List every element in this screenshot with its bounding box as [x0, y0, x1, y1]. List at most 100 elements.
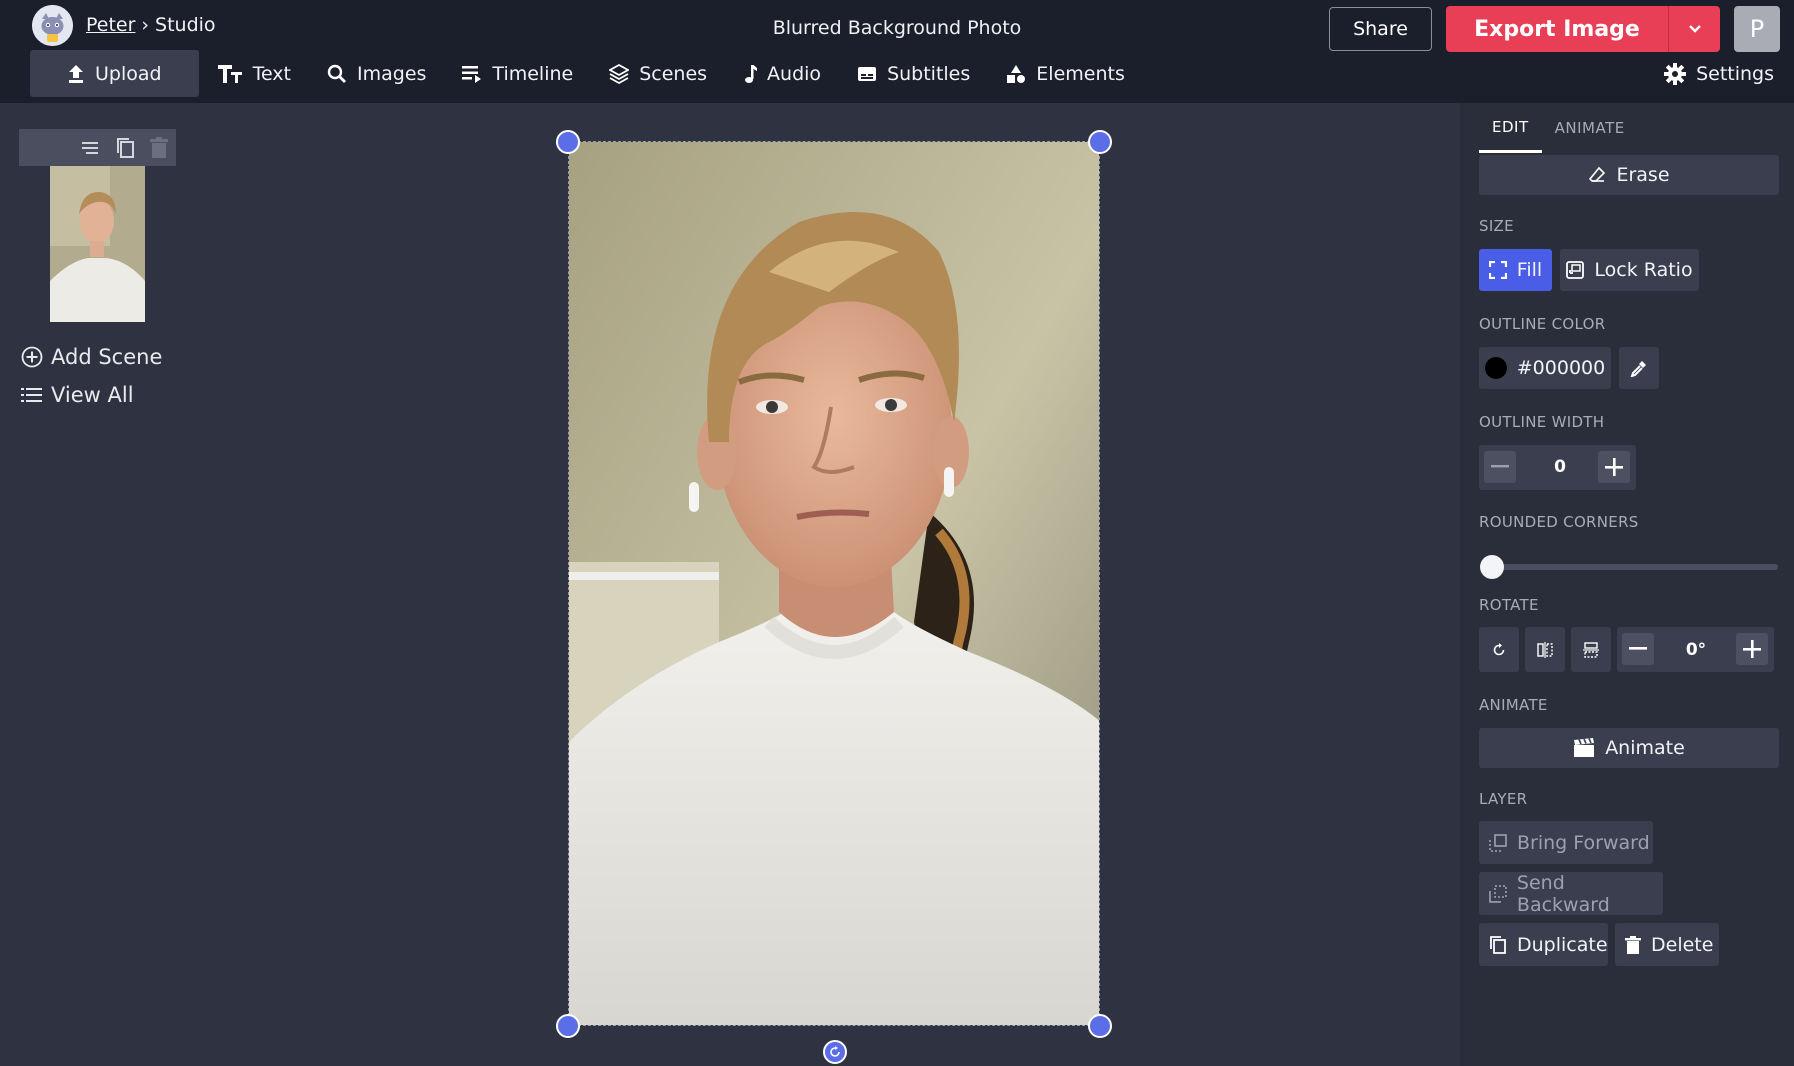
- animate-section-label: ANIMATE: [1479, 696, 1548, 714]
- toolbar-scenes-label: Scenes: [639, 62, 708, 85]
- breadcrumb-separator: ›: [141, 14, 150, 36]
- breadcrumb: Peter › Studio: [86, 14, 216, 36]
- gear-icon: [1664, 62, 1687, 85]
- toolbar-images[interactable]: Images: [309, 50, 444, 97]
- send-backward-button[interactable]: Send Backward: [1479, 872, 1663, 916]
- flip-horizontal-button[interactable]: [1525, 627, 1565, 672]
- breadcrumb-section: Studio: [155, 14, 216, 36]
- text-icon: [217, 64, 242, 83]
- properties-panel: EDIT ANIMATE Erase SIZE Fill Lock Ratio …: [1460, 103, 1794, 1066]
- expand-icon: [1488, 261, 1507, 279]
- fill-button[interactable]: Fill: [1479, 249, 1552, 291]
- eyedropper-button[interactable]: [1619, 347, 1659, 389]
- rotate-button[interactable]: [1479, 627, 1519, 672]
- tab-edit[interactable]: EDIT: [1479, 103, 1542, 153]
- layer-section-label: LAYER: [1479, 790, 1528, 808]
- flip-vertical-button[interactable]: [1571, 627, 1611, 672]
- toolbar-scenes[interactable]: Scenes: [591, 50, 725, 97]
- user-avatar[interactable]: P: [1734, 6, 1780, 52]
- outline-width-label: OUTLINE WIDTH: [1479, 413, 1605, 431]
- erase-button[interactable]: Erase: [1479, 155, 1779, 195]
- resize-handle-top-right[interactable]: [1088, 130, 1112, 154]
- plus-icon: [1605, 458, 1623, 476]
- share-button[interactable]: Share: [1329, 7, 1432, 51]
- toolbar-subtitles[interactable]: Subtitles: [839, 50, 988, 97]
- toolbar-subtitles-label: Subtitles: [887, 62, 971, 85]
- chevron-down-icon: [1688, 25, 1701, 33]
- flip-vertical-icon: [1583, 641, 1599, 658]
- scene-menu-icon[interactable]: [82, 140, 102, 156]
- settings-button[interactable]: Settings: [1664, 50, 1774, 97]
- view-all-button[interactable]: View All: [21, 383, 134, 407]
- eyedropper-icon: [1630, 361, 1646, 377]
- minus-icon: [1629, 647, 1647, 650]
- rotate-decrease-button[interactable]: [1622, 633, 1654, 665]
- duplicate-label: Duplicate: [1517, 933, 1608, 956]
- resize-handle-top-left[interactable]: [556, 130, 580, 154]
- trash-icon: [1625, 935, 1641, 954]
- rounded-corners-slider[interactable]: [1491, 564, 1778, 570]
- add-scene-label: Add Scene: [51, 345, 163, 369]
- toolbar-elements[interactable]: Elements: [988, 50, 1143, 97]
- add-circle-icon: [21, 346, 43, 368]
- top-bar: Peter › Studio Blurred Background Photo …: [0, 0, 1794, 103]
- minus-icon: [1491, 465, 1509, 468]
- toolbar-timeline-label: Timeline: [492, 62, 574, 85]
- timeline-icon: [462, 65, 482, 83]
- logo-avatar-icon[interactable]: [32, 5, 73, 46]
- clapperboard-icon: [1574, 738, 1595, 757]
- bring-forward-button[interactable]: Bring Forward: [1479, 821, 1653, 864]
- duplicate-button[interactable]: Duplicate: [1479, 923, 1608, 966]
- toolbar-text[interactable]: Text: [199, 50, 309, 97]
- outline-width-increase-button[interactable]: [1598, 451, 1630, 483]
- panel-tabs: EDIT ANIMATE: [1479, 103, 1638, 153]
- add-scene-button[interactable]: Add Scene: [21, 345, 162, 369]
- lock-ratio-button[interactable]: Lock Ratio: [1560, 249, 1699, 291]
- outline-color-picker[interactable]: #000000: [1479, 347, 1611, 389]
- animate-button[interactable]: Animate: [1479, 728, 1779, 768]
- bring-forward-label: Bring Forward: [1517, 831, 1650, 854]
- outline-color-value: #000000: [1516, 357, 1606, 379]
- outline-width-value[interactable]: 0: [1530, 457, 1590, 477]
- outline-width-decrease-button[interactable]: [1484, 451, 1516, 483]
- toolbar-audio[interactable]: Audio: [725, 50, 839, 97]
- plus-icon: [1743, 640, 1761, 658]
- scenes-panel: Add Scene View All: [0, 103, 190, 1066]
- resize-handle-bottom-right[interactable]: [1088, 1014, 1112, 1038]
- export-image-button[interactable]: Export Image: [1446, 6, 1668, 52]
- delete-button[interactable]: Delete: [1615, 923, 1719, 966]
- rounded-corners-slider-knob[interactable]: [1480, 555, 1504, 579]
- erase-label: Erase: [1616, 164, 1670, 186]
- main-toolbar: Upload Text Images Timeline Scenes Audio…: [30, 50, 1143, 97]
- layers-icon: [609, 63, 630, 84]
- shapes-icon: [1007, 64, 1026, 83]
- scene-thumbnail[interactable]: [50, 166, 145, 322]
- rotate-increase-button[interactable]: [1736, 633, 1768, 665]
- export-options-dropdown[interactable]: [1668, 6, 1720, 52]
- flip-horizontal-icon: [1537, 641, 1553, 658]
- scene-card[interactable]: [19, 129, 176, 322]
- rotate-icon: [1493, 642, 1505, 655]
- duplicate-scene-icon[interactable]: [116, 137, 136, 159]
- toolbar-audio-label: Audio: [767, 62, 822, 85]
- rotate-value[interactable]: 0°: [1666, 640, 1726, 660]
- music-note-icon: [745, 64, 758, 83]
- toolbar-timeline[interactable]: Timeline: [444, 50, 591, 97]
- toolbar-elements-label: Elements: [1036, 62, 1125, 85]
- search-icon: [327, 64, 347, 83]
- tab-animate[interactable]: ANIMATE: [1542, 103, 1638, 153]
- trash-icon[interactable]: [150, 136, 168, 159]
- resize-handle-bottom-left[interactable]: [556, 1014, 580, 1038]
- toolbar-upload[interactable]: Upload: [30, 50, 199, 97]
- selected-photo-element[interactable]: [568, 141, 1100, 1026]
- subtitles-icon: [858, 66, 877, 81]
- toolbar-text-label: Text: [252, 62, 292, 85]
- view-all-label: View All: [51, 383, 134, 407]
- rotate-handle[interactable]: [823, 1040, 847, 1064]
- rounded-corners-label: ROUNDED CORNERS: [1479, 513, 1639, 531]
- breadcrumb-user-link[interactable]: Peter: [86, 14, 135, 36]
- toolbar-images-label: Images: [357, 62, 427, 85]
- animate-button-label: Animate: [1605, 737, 1685, 759]
- size-section-label: SIZE: [1479, 217, 1514, 235]
- delete-label: Delete: [1651, 933, 1714, 956]
